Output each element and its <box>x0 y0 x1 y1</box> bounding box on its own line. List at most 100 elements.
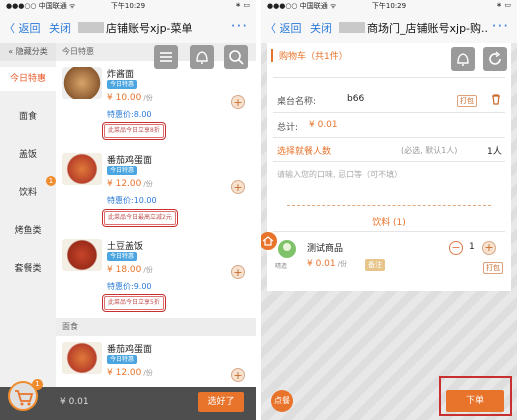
cart-title: 购物车（共1件） <box>271 49 348 62</box>
promo-label: 特惠价: <box>107 110 134 119</box>
price-unit: /份 <box>143 266 153 274</box>
dish-name: 炸酱面 <box>107 70 135 80</box>
total-value: ¥ 0.01 <box>309 120 338 130</box>
add-to-cart-button[interactable]: + <box>231 368 245 382</box>
dish-image[interactable] <box>62 67 102 99</box>
page-title-text: 店铺账号xjp-菜单 <box>106 22 193 35</box>
pack-all-button[interactable]: 打包 <box>457 95 477 107</box>
blurred-region <box>339 22 365 33</box>
promo-price: 特惠价:9.00 <box>107 281 152 292</box>
dish-image[interactable] <box>62 342 102 374</box>
trash-icon[interactable] <box>490 93 502 105</box>
done-button[interactable]: 选好了 <box>198 392 244 412</box>
sidebar-item-rice[interactable]: 盖饭 <box>0 143 56 167</box>
dish-image[interactable] <box>62 153 102 185</box>
page-title-text: 商场门_店铺账号xjp-购... <box>367 22 489 35</box>
dish-price: ¥ 10.00/份 <box>107 93 153 103</box>
dish-price: ¥ 18.00/份 <box>107 265 153 275</box>
close-button[interactable]: 关闭 <box>310 20 332 36</box>
service-bell-button[interactable] <box>190 45 214 69</box>
sidebar-item-combo[interactable]: 套餐类 <box>0 257 56 281</box>
promo-label: 特惠价: <box>107 196 134 205</box>
dish-name: 番茄鸡蛋面 <box>107 345 153 355</box>
promo-value: 9.00 <box>133 282 152 291</box>
battery-icon: ∗ ▭ <box>496 1 511 9</box>
category-sidebar: « 隐藏分类 今日特惠 面食 盖饭 饮料 1 烤鱼类 套餐类 <box>0 43 56 387</box>
dish-name: 番茄鸡蛋面 <box>107 156 153 166</box>
cart-count-badge: 1 <box>32 379 43 390</box>
menu-button[interactable]: 点餐 <box>271 390 293 412</box>
back-button[interactable]: 〈 返回 <box>265 20 302 36</box>
pack-item-button[interactable]: 打包 <box>483 262 503 274</box>
bell-icon <box>196 51 208 64</box>
taste-input[interactable]: 请输入您的口味, 忌口等（可不填） <box>277 169 402 180</box>
cart-panel: 购物车（共1件） 桌台名称: b66 打包 总计: ¥ 0.01 选择就餐人数 … <box>267 43 511 291</box>
price-unit: /份 <box>143 369 153 377</box>
sidebar-item-today-special[interactable]: 今日特惠 <box>0 67 56 91</box>
hide-categories-button[interactable]: « 隐藏分类 <box>0 43 56 61</box>
page-title: 商场门_店铺账号xjp-购... <box>339 20 489 36</box>
promo-price: 特惠价:8.00 <box>107 109 152 120</box>
promo-label: 特惠价: <box>107 282 134 291</box>
remark-button[interactable]: 备注 <box>365 259 385 271</box>
sidebar-item-grilled-fish[interactable]: 烤鱼类 <box>0 219 56 243</box>
search-icon <box>229 50 244 65</box>
group-label: 饮料 (1) <box>372 218 406 228</box>
promo-tag: 今日特惠 <box>107 252 138 261</box>
increase-qty-button[interactable]: + <box>482 241 496 255</box>
promo-tag: 今日特惠 <box>107 355 138 364</box>
blurred-region <box>78 22 104 33</box>
divider <box>287 205 491 206</box>
avatar-label: 晴造 <box>275 263 288 270</box>
nav-bar: 〈 返回 关闭 店铺账号xjp-菜单 ··· <box>0 11 256 44</box>
list-icon <box>160 52 172 62</box>
list-view-button[interactable] <box>154 45 178 69</box>
search-button[interactable] <box>224 45 248 69</box>
bell-icon <box>457 53 469 66</box>
item-name: 测试商品 <box>307 244 344 254</box>
price-unit: /份 <box>143 94 153 102</box>
status-bar: ●●●○○ 中国联通 ᯤ 下午10:29 ∗ ▭ <box>0 0 256 11</box>
add-to-cart-button[interactable]: + <box>231 180 245 194</box>
close-button[interactable]: 关闭 <box>49 20 71 36</box>
divider <box>273 137 505 138</box>
avatar <box>278 240 296 258</box>
table-label: 桌台名称: <box>277 97 317 107</box>
service-bell-button[interactable] <box>451 47 475 71</box>
dish-image[interactable] <box>62 239 102 271</box>
table-value: b66 <box>347 94 365 104</box>
dish-name: 土豆盖饭 <box>107 242 144 252</box>
price-value: ¥ 18.00 <box>107 265 142 275</box>
menu-screen: ●●●○○ 中国联通 ᯤ 下午10:29 ∗ ▭ 〈 返回 关闭 店铺账号xjp… <box>0 0 256 420</box>
highlight-box <box>439 376 512 416</box>
add-to-cart-button[interactable]: + <box>231 265 245 279</box>
refresh-button[interactable] <box>483 47 507 71</box>
more-icon[interactable]: ··· <box>231 17 248 35</box>
divider <box>273 161 505 162</box>
promo-tag: 今日特惠 <box>107 80 138 89</box>
discount-note: 此菜品今日立享5折 <box>102 294 166 312</box>
home-icon[interactable] <box>261 232 277 250</box>
price-value: ¥ 0.01 <box>307 259 336 269</box>
total-label: 总计: <box>277 123 299 133</box>
add-to-cart-button[interactable]: + <box>231 95 245 109</box>
price-value: ¥ 10.00 <box>107 93 142 103</box>
promo-price: 特惠价:10.00 <box>107 195 157 206</box>
diners-label[interactable]: 选择就餐人数 <box>277 144 331 157</box>
nav-bar: 〈 返回 关闭 商场门_店铺账号xjp-购... ··· <box>261 11 517 44</box>
item-price: ¥ 0.01/份 <box>307 259 347 269</box>
clock: 下午10:29 <box>110 2 146 10</box>
back-button[interactable]: 〈 返回 <box>4 20 41 36</box>
more-icon[interactable]: ··· <box>492 17 509 35</box>
item-qty: 1 <box>469 242 475 252</box>
divider <box>273 112 505 113</box>
discount-note: 此菜品今日立享8折 <box>102 122 166 140</box>
section-header-noodles: 面食 <box>56 318 256 336</box>
sidebar-item-noodles[interactable]: 面食 <box>0 105 56 129</box>
decrease-qty-button[interactable]: − <box>449 241 463 255</box>
promo-value: 8.00 <box>133 110 152 119</box>
refresh-icon <box>489 51 501 65</box>
dish-price: ¥ 12.00/份 <box>107 368 153 378</box>
diners-value[interactable]: 1人 <box>487 144 502 157</box>
divider <box>273 231 505 232</box>
